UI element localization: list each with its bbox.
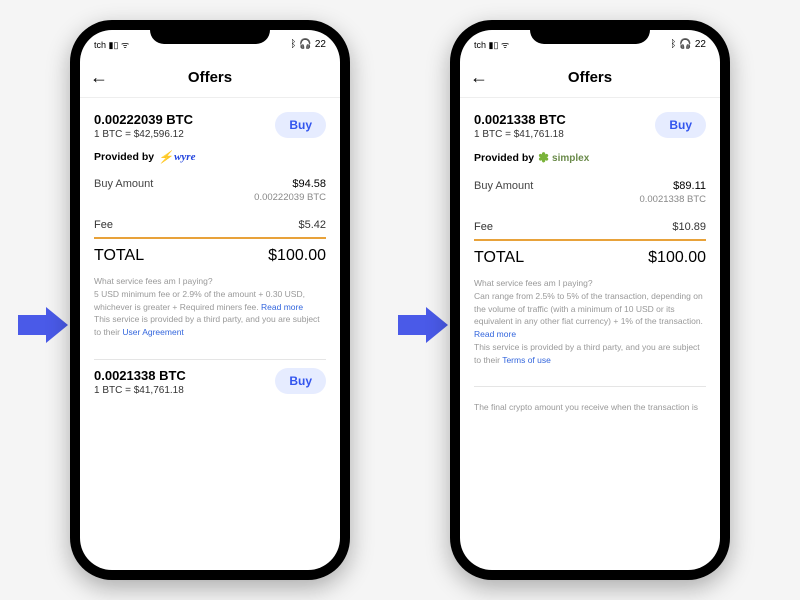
fee-label: Fee <box>94 219 113 231</box>
exchange-rate: 1 BTC = $42,596.12 <box>94 129 193 140</box>
buy-amount-label: Buy Amount <box>474 180 533 192</box>
offer-card: 0.0021338 BTC 1 BTC = $41,761.18 Buy Pro… <box>474 104 706 376</box>
back-icon[interactable]: ← <box>470 67 488 88</box>
btc-amount: 0.00222039 BTC <box>94 112 193 127</box>
buy-amount-value: $94.58 <box>292 178 326 190</box>
wifi-icon: ᯤ <box>121 40 129 50</box>
btc-amount: 0.0021338 BTC <box>474 112 566 127</box>
exchange-rate: 1 BTC = $41,761.18 <box>474 129 566 140</box>
asterisk-icon: ✽ <box>538 150 549 166</box>
provider-logo-wyre: ⚡wyre <box>158 150 195 164</box>
agreement-link[interactable]: User Agreement <box>122 327 183 337</box>
buy-amount-btc: 0.0021338 BTC <box>474 194 706 205</box>
headphone-icon: 🎧 <box>299 39 311 50</box>
provider-row: Provided by ✽simplex <box>474 150 706 166</box>
nav-bar: ← Offers <box>80 58 340 98</box>
fee-label: Fee <box>474 221 493 233</box>
fee-value: $10.89 <box>672 221 706 233</box>
page-title: Offers <box>188 69 232 86</box>
total-value: $100.00 <box>648 249 706 267</box>
disclaimer: What service fees am I paying? Can range… <box>474 277 706 366</box>
total-label: TOTAL <box>474 249 524 267</box>
footer-note: The final crypto amount you receive when… <box>474 401 706 414</box>
device-notch <box>150 20 270 44</box>
headphone-icon: 🎧 <box>679 39 691 50</box>
wifi-icon: ᯤ <box>501 40 509 50</box>
total-row: TOTAL $100.00 <box>94 247 326 265</box>
buy-button[interactable]: Buy <box>275 368 326 394</box>
btc-amount: 0.0021338 BTC <box>94 368 186 383</box>
buy-amount-value: $89.11 <box>673 180 706 192</box>
offer-card: 0.0021338 BTC 1 BTC = $41,761.18 Buy <box>94 360 326 406</box>
signal-icon: ▮▯ <box>109 40 119 50</box>
provider-row: Provided by ⚡wyre <box>94 150 326 164</box>
total-label: TOTAL <box>94 247 144 265</box>
buy-amount-btc: 0.00222039 BTC <box>94 192 326 203</box>
bolt-icon: ⚡ <box>158 150 173 164</box>
offer-card: 0.00222039 BTC 1 BTC = $42,596.12 Buy Pr… <box>94 104 326 349</box>
bluetooth-icon: ᛒ <box>670 39 676 50</box>
read-more-link[interactable]: Read more <box>474 329 516 339</box>
fee-row: Fee $10.89 <box>474 221 706 241</box>
signal-icon: ▮▯ <box>489 40 499 50</box>
bluetooth-icon: ᛒ <box>290 39 296 50</box>
total-value: $100.00 <box>268 247 326 265</box>
agreement-link[interactable]: Terms of use <box>502 355 551 365</box>
buy-amount-label: Buy Amount <box>94 178 153 190</box>
phone-frame: tch ▮▯ ᯤ ᛒ 🎧 22 ← Offers 0.00222039 BTC … <box>70 20 350 580</box>
nav-bar: ← Offers <box>460 58 720 98</box>
read-more-link[interactable]: Read more <box>261 302 303 312</box>
buy-button[interactable]: Buy <box>655 112 706 138</box>
fee-row: Fee $5.42 <box>94 219 326 239</box>
disclaimer: What service fees am I paying? 5 USD min… <box>94 275 326 339</box>
total-row: TOTAL $100.00 <box>474 249 706 267</box>
back-icon[interactable]: ← <box>90 67 108 88</box>
device-notch <box>530 20 650 44</box>
fee-value: $5.42 <box>298 219 326 231</box>
exchange-rate: 1 BTC = $41,761.18 <box>94 385 186 396</box>
provider-logo-simplex: ✽simplex <box>538 150 589 166</box>
buy-button[interactable]: Buy <box>275 112 326 138</box>
phone-frame: tch ▮▯ ᯤ ᛒ 🎧 22 ← Offers 0.0021338 BTC 1… <box>450 20 730 580</box>
page-title: Offers <box>568 69 612 86</box>
